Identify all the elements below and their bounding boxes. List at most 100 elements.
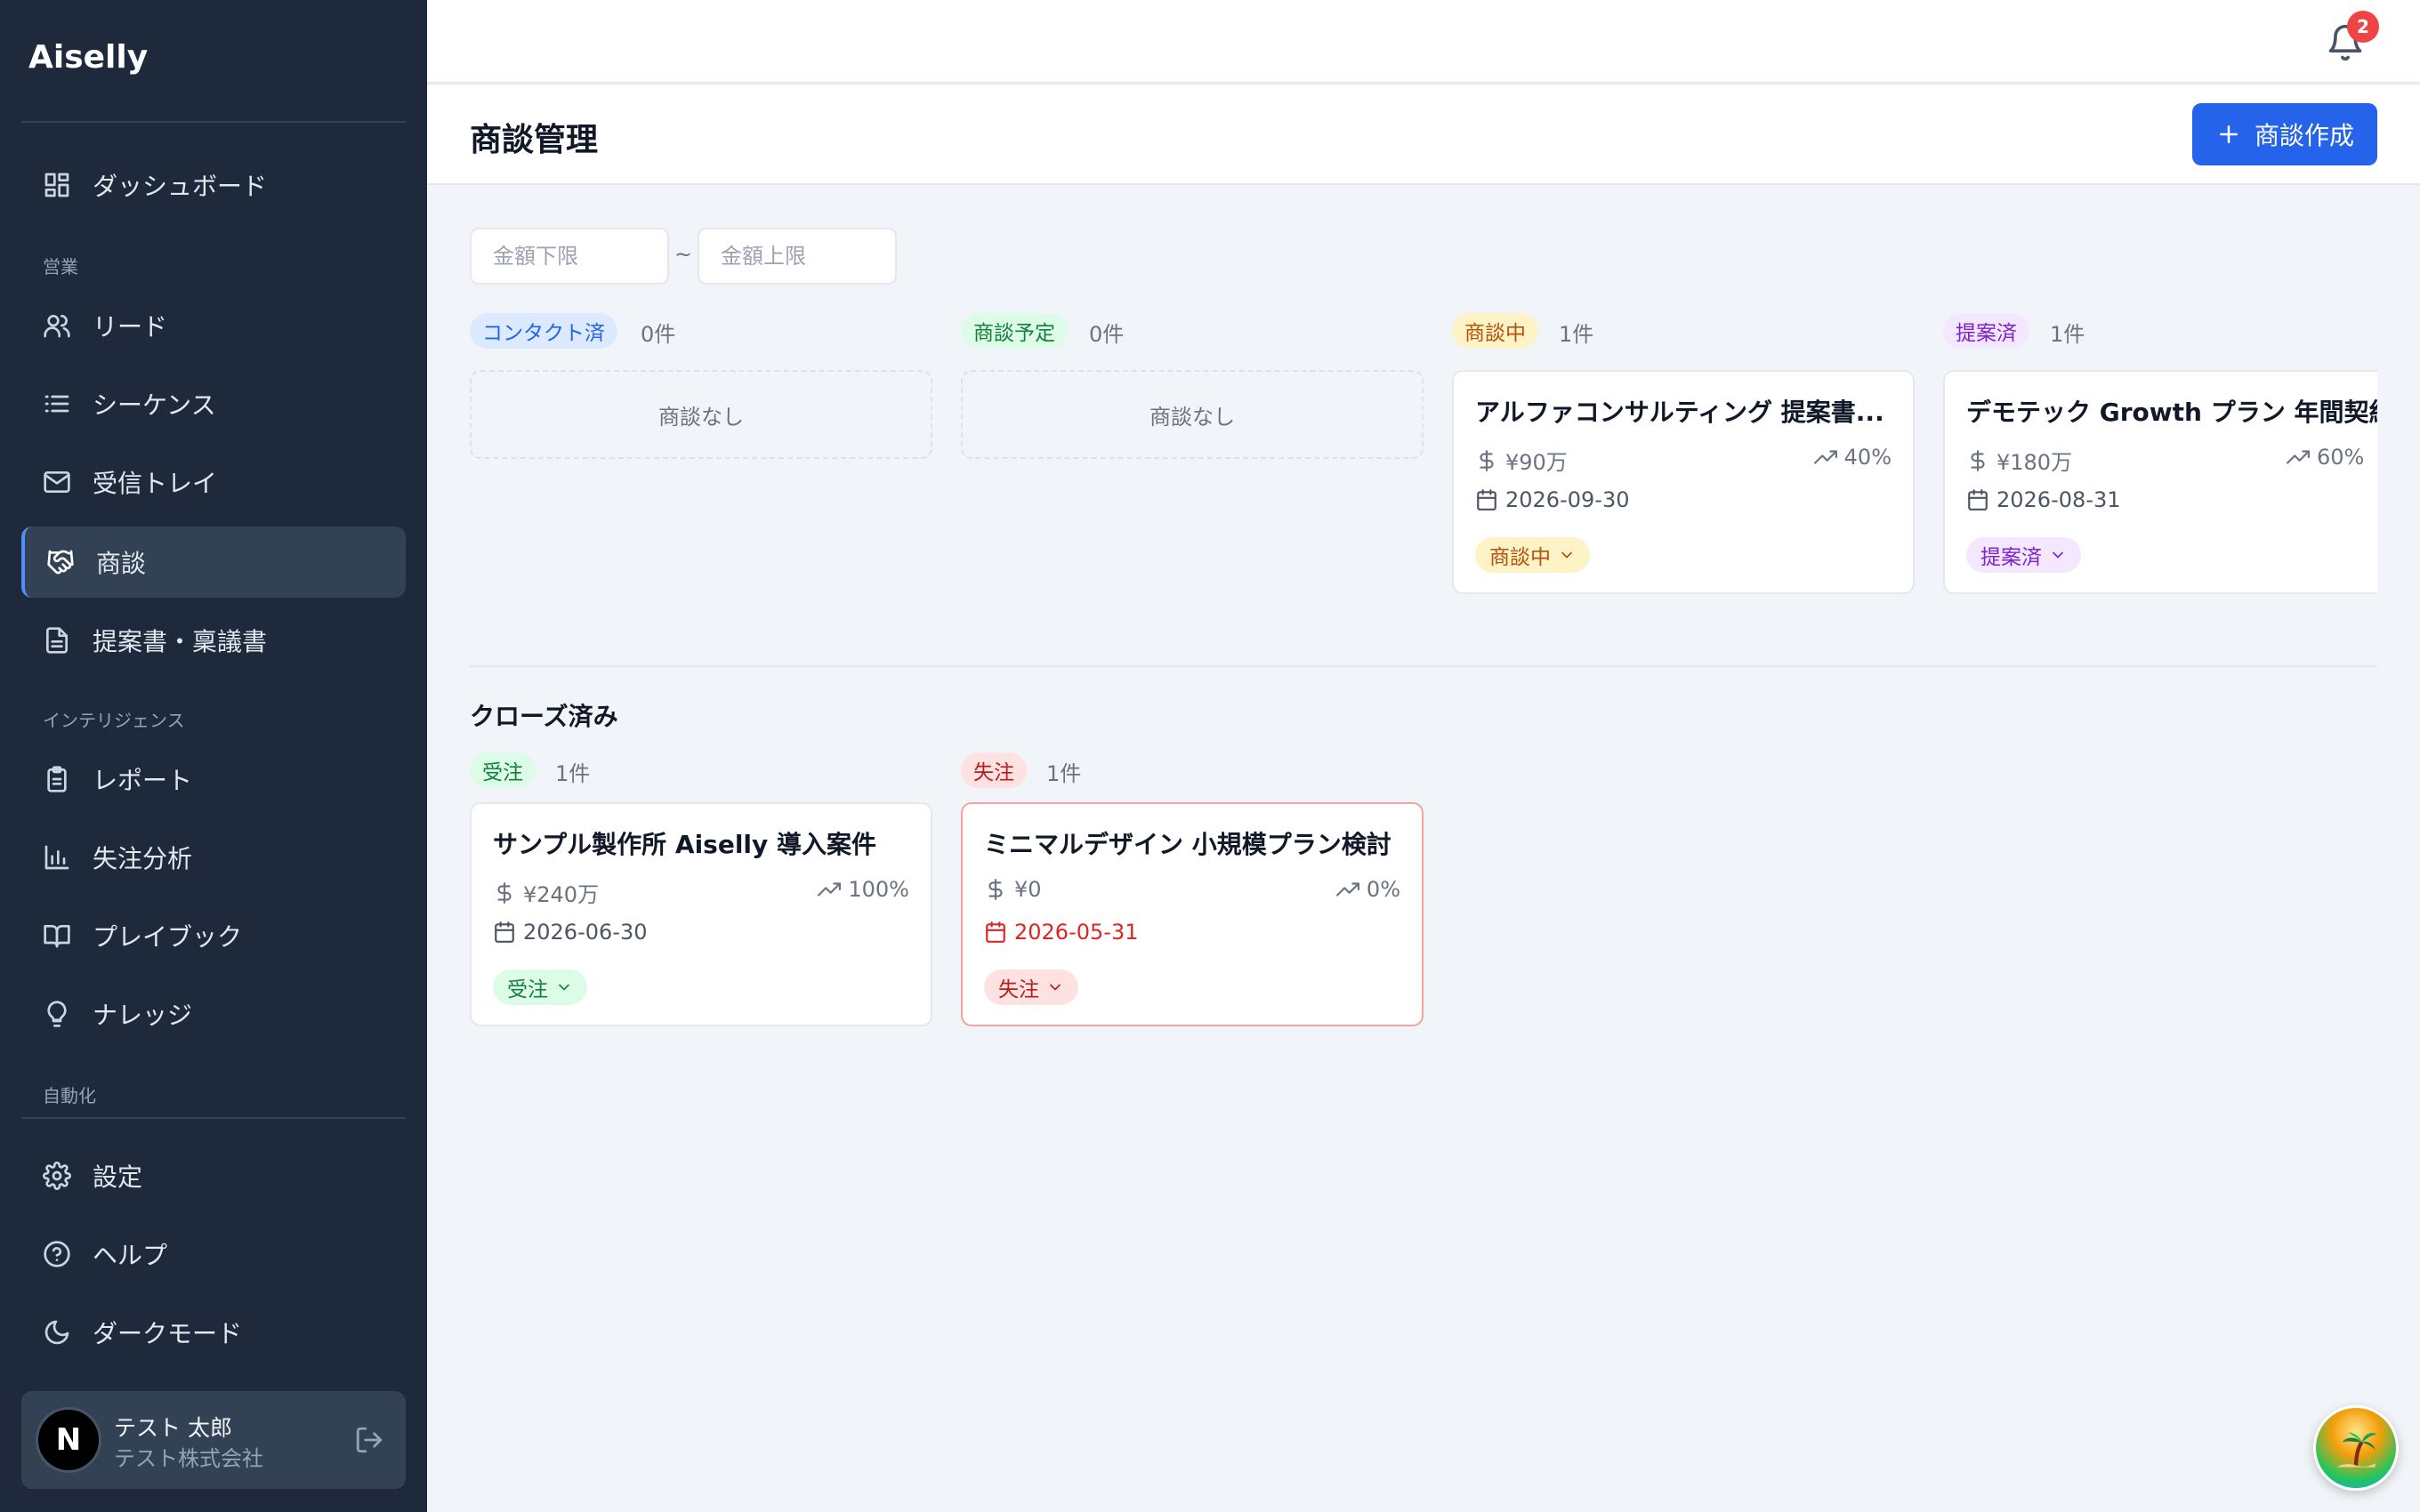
create-deal-label: 商談作成	[2254, 121, 2354, 150]
lightbulb-icon	[47, 1001, 67, 1027]
trending-up-icon	[1335, 882, 1359, 897]
sidebar-item-loss-analysis[interactable]: 失注分析	[21, 822, 406, 893]
sidebar-item-leads[interactable]: リード	[21, 290, 406, 361]
column-badge-scheduled: 商談予定	[961, 313, 1068, 349]
topbar	[427, 0, 2420, 84]
status-label: 失注	[998, 978, 1039, 1001]
user-card: N テスト 太郎 テスト株式会社	[21, 1391, 406, 1489]
sidebar-item-label: ダッシュボード	[93, 172, 268, 201]
help-circle-icon	[44, 1241, 70, 1267]
column-badge-won: 受注	[470, 752, 536, 788]
deal-amount-value: ¥0	[1014, 877, 1042, 902]
column-badge-negotiating: 商談中	[1452, 313, 1538, 349]
gear-icon	[43, 1162, 71, 1190]
calendar-icon	[1968, 489, 1988, 511]
palm-tree-icon	[2336, 1432, 2377, 1468]
notification-badge: 2	[2347, 11, 2379, 43]
sidebar-item-sequences[interactable]: シーケンス	[21, 368, 406, 439]
status-dropdown[interactable]: 提案済	[1966, 537, 2081, 573]
chevron-down-icon	[2053, 551, 2063, 559]
status-dropdown[interactable]: 受注	[493, 969, 587, 1005]
trending-up-icon	[818, 882, 842, 897]
sidebar-item-label: 商談	[96, 549, 147, 578]
section-label-intelligence: インテリジェンス	[43, 710, 185, 731]
section-divider	[470, 665, 2377, 667]
sidebar-item-label: レポート	[93, 766, 193, 795]
handshake-icon	[47, 550, 74, 575]
assistant-button[interactable]	[2313, 1405, 2399, 1491]
deal-title: デモテック Growth プラン 年間契約	[1966, 398, 2377, 427]
dollar-icon	[988, 879, 1003, 900]
deal-probability: 60%	[2287, 445, 2364, 470]
sidebar-item-playbook[interactable]: プレイブック	[21, 900, 406, 971]
page-header: 商談管理 商談作成	[427, 85, 2420, 185]
chevron-down-icon	[559, 984, 569, 991]
page-title: 商談管理	[470, 122, 599, 158]
book-open-icon	[44, 925, 70, 948]
users-icon	[44, 315, 70, 338]
sidebar-item-label: シーケンス	[93, 390, 216, 420]
sidebar-item-settings[interactable]: 設定	[21, 1140, 406, 1211]
status-label: 商談中	[1489, 546, 1551, 569]
amount-max-input[interactable]	[698, 228, 897, 285]
column-count: 1件	[1559, 322, 1594, 347]
deal-card[interactable]: ミニマルデザイン 小規模プラン検討 ¥0 0% 2026-05-31 失注	[961, 802, 1424, 1026]
section-label-automation: 自動化	[43, 1085, 96, 1106]
deal-card[interactable]: デモテック Growth プラン 年間契約 ¥180万 60% 2026-08-…	[1943, 370, 2377, 594]
sidebar-item-label: 受信トレイ	[93, 469, 218, 498]
sidebar-item-reports[interactable]: レポート	[21, 744, 406, 815]
deal-amount-value: ¥90万	[1505, 450, 1568, 475]
deal-date: 2026-08-31	[1966, 487, 2120, 512]
sidebar-item-inbox[interactable]: 受信トレイ	[21, 446, 406, 518]
column-badge-lost: 失注	[961, 752, 1027, 788]
deal-date: 2026-09-30	[1475, 487, 1629, 512]
status-label: 受注	[507, 978, 548, 1001]
amount-min-input[interactable]	[470, 228, 669, 285]
sidebar-item-proposals[interactable]: 提案書・稟議書	[21, 605, 406, 676]
column-count: 0件	[1089, 322, 1125, 347]
create-deal-button[interactable]: 商談作成	[2192, 103, 2377, 165]
deal-amount: ¥90万	[1475, 445, 1568, 476]
deal-card[interactable]: アルファコンサルティング 提案書... ¥90万 40% 2026-09-30 …	[1452, 370, 1915, 594]
sidebar-item-dark-mode[interactable]: ダークモード	[21, 1297, 406, 1368]
column-count: 0件	[641, 322, 676, 347]
document-icon	[46, 627, 68, 654]
deal-probability: 100%	[818, 877, 909, 902]
clipboard-icon	[47, 766, 67, 792]
sidebar-item-label: プレイブック	[93, 922, 243, 952]
section-label-sales: 営業	[43, 256, 78, 277]
chevron-down-icon	[1561, 551, 1572, 559]
deal-card[interactable]: サンプル製作所 Aiselly 導入案件 ¥240万 100% 2026-06-…	[470, 802, 932, 1026]
deal-title: ミニマルデザイン 小規模プラン検討	[984, 830, 1392, 859]
deal-date-value: 2026-05-31	[1014, 920, 1139, 945]
deal-title: サンプル製作所 Aiselly 導入案件	[493, 830, 877, 859]
column-badge-contacted: コンタクト済	[470, 313, 617, 349]
moon-icon	[44, 1320, 69, 1345]
status-dropdown[interactable]: 失注	[984, 969, 1078, 1005]
avatar[interactable]: N	[36, 1407, 101, 1473]
calendar-icon	[495, 921, 514, 943]
dashboard-icon	[44, 173, 69, 197]
user-name: テスト 太郎	[114, 1415, 232, 1441]
deal-title: アルファコンサルティング 提案書...	[1475, 398, 1884, 427]
sidebar-item-label: 失注分析	[93, 844, 193, 873]
empty-column-placeholder: 商談なし	[961, 370, 1424, 459]
deal-amount-value: ¥240万	[523, 882, 600, 907]
sidebar-item-knowledge[interactable]: ナレッジ	[21, 978, 406, 1050]
sidebar: Aiselly ダッシュボード 営業 リード シーケンス 受信トレイ 商談 提案…	[0, 0, 427, 1512]
sidebar-item-label: ダークモード	[93, 1319, 243, 1348]
deal-date-value: 2026-06-30	[523, 920, 648, 945]
logout-icon[interactable]	[354, 1425, 384, 1455]
sidebar-divider	[21, 121, 406, 123]
brand-logo[interactable]: Aiselly	[28, 39, 148, 76]
status-dropdown[interactable]: 商談中	[1475, 537, 1590, 573]
column-badge-proposed: 提案済	[1943, 313, 2029, 349]
deal-probability-value: 0%	[1366, 877, 1400, 902]
sidebar-divider	[21, 1117, 406, 1119]
deal-amount: ¥240万	[493, 877, 599, 908]
sidebar-item-help[interactable]: ヘルプ	[21, 1218, 406, 1290]
sidebar-item-deals[interactable]: 商談	[21, 527, 406, 598]
dollar-icon	[1971, 449, 1985, 471]
status-label: 提案済	[1980, 546, 2042, 569]
sidebar-item-dashboard[interactable]: ダッシュボード	[21, 149, 406, 221]
